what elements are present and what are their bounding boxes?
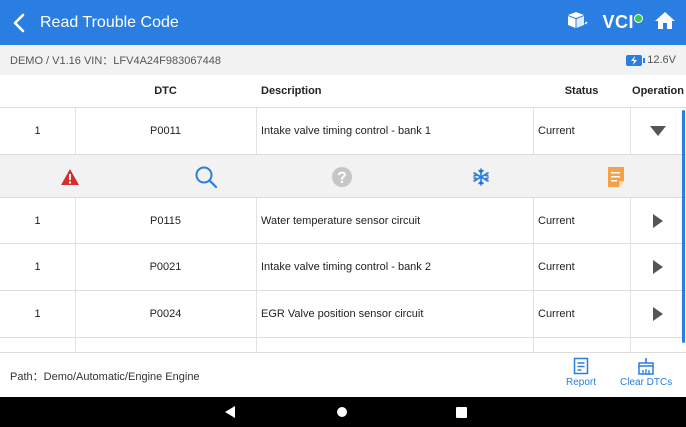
footer-bar: Path：Demo/Automatic/Engine Engine Report… bbox=[0, 352, 686, 397]
report-icon bbox=[573, 357, 589, 375]
dtc-description: Intake valve timing control - bank 1 bbox=[261, 125, 431, 137]
triangle-down-icon bbox=[650, 126, 666, 136]
nav-recents-button[interactable] bbox=[446, 397, 476, 427]
table-row[interactable]: 1 P0115 Water temperature sensor circuit… bbox=[0, 198, 686, 244]
collapse-row-button[interactable] bbox=[630, 108, 686, 154]
search-icon[interactable] bbox=[186, 155, 226, 198]
column-header-operation: Operation bbox=[632, 85, 684, 97]
expand-row-button[interactable] bbox=[630, 244, 686, 290]
row-index: 1 bbox=[34, 214, 41, 227]
dtc-status: Current bbox=[538, 308, 575, 320]
recents-square-icon bbox=[455, 406, 467, 418]
dtc-code: P0115 bbox=[150, 214, 181, 227]
report-button[interactable]: Report bbox=[566, 357, 596, 388]
table-row[interactable]: 1 P0024 EGR Valve position sensor circui… bbox=[0, 291, 686, 338]
expand-row-button[interactable] bbox=[630, 198, 686, 243]
nav-back-button[interactable] bbox=[215, 397, 245, 427]
chevron-left-icon bbox=[13, 13, 25, 32]
row-index: 1 bbox=[34, 261, 41, 273]
warning-icon[interactable] bbox=[50, 155, 90, 198]
column-header-dtc: DTC bbox=[154, 85, 177, 97]
vehicle-info: DEMO / V1.16 VIN：LFV4A24F983067448 bbox=[10, 55, 221, 67]
dtc-code: P0024 bbox=[149, 308, 182, 320]
row-index: 1 bbox=[34, 308, 41, 320]
triangle-right-icon bbox=[653, 213, 663, 228]
home-icon[interactable] bbox=[654, 10, 676, 35]
triangle-right-icon bbox=[653, 260, 663, 274]
table-row[interactable]: 1 P0021 Intake valve timing control - ba… bbox=[0, 244, 686, 291]
clear-dtcs-label: Clear DTCs bbox=[620, 377, 673, 388]
scrollbar[interactable] bbox=[682, 110, 685, 343]
clear-dtcs-button[interactable]: Clear DTCs bbox=[620, 357, 672, 388]
battery-icon bbox=[626, 54, 646, 66]
nav-home-button[interactable] bbox=[327, 397, 357, 427]
help-icon[interactable] bbox=[322, 155, 362, 198]
triangle-right-icon bbox=[653, 307, 663, 321]
app-header: Read Trouble Code VCI bbox=[0, 0, 686, 45]
dtc-code: P0021 bbox=[149, 261, 182, 273]
vehicle-info-bar: DEMO / V1.16 VIN：LFV4A24F983067448 12.6V bbox=[0, 45, 686, 75]
shopping-icon[interactable] bbox=[566, 10, 589, 35]
dtc-status: Current bbox=[538, 125, 575, 137]
column-header-status: Status bbox=[564, 85, 599, 97]
vci-connected-icon bbox=[634, 14, 643, 23]
back-button[interactable] bbox=[4, 0, 34, 45]
vci-status[interactable]: VCI bbox=[602, 12, 643, 33]
navigation-path: Path：Demo/Automatic/Engine Engine bbox=[10, 370, 200, 383]
column-header-index bbox=[0, 75, 75, 107]
report-doc-icon[interactable] bbox=[596, 155, 636, 198]
row-index: 1 bbox=[34, 125, 41, 137]
table-header: DTC Description Status Operation bbox=[0, 75, 686, 108]
dtc-description: Water temperature sensor circuit bbox=[261, 214, 421, 227]
table-row[interactable] bbox=[0, 338, 686, 352]
dtc-actions-row bbox=[0, 155, 686, 198]
column-header-description: Description bbox=[261, 85, 322, 97]
dtc-description: Intake valve timing control - bank 2 bbox=[261, 261, 431, 273]
home-circle-icon bbox=[337, 407, 347, 417]
dtc-code: P0011 bbox=[150, 125, 181, 137]
page-title: Read Trouble Code bbox=[40, 13, 179, 31]
battery-voltage: 12.6V bbox=[647, 54, 676, 66]
battery-status: 12.6V bbox=[626, 45, 676, 75]
table-row[interactable]: 1 P0011 Intake valve timing control - ba… bbox=[0, 108, 686, 155]
back-triangle-icon bbox=[225, 406, 235, 418]
dtc-status: Current bbox=[538, 261, 575, 273]
freeze-frame-icon[interactable] bbox=[461, 155, 501, 198]
clear-broom-icon bbox=[638, 358, 654, 375]
report-label: Report bbox=[566, 377, 597, 388]
vci-label: VCI bbox=[602, 12, 634, 32]
system-navigation-bar bbox=[0, 397, 686, 427]
dtc-status: Current bbox=[538, 214, 575, 227]
expand-row-button[interactable] bbox=[630, 291, 686, 337]
dtc-description: EGR Valve position sensor circuit bbox=[261, 308, 424, 320]
